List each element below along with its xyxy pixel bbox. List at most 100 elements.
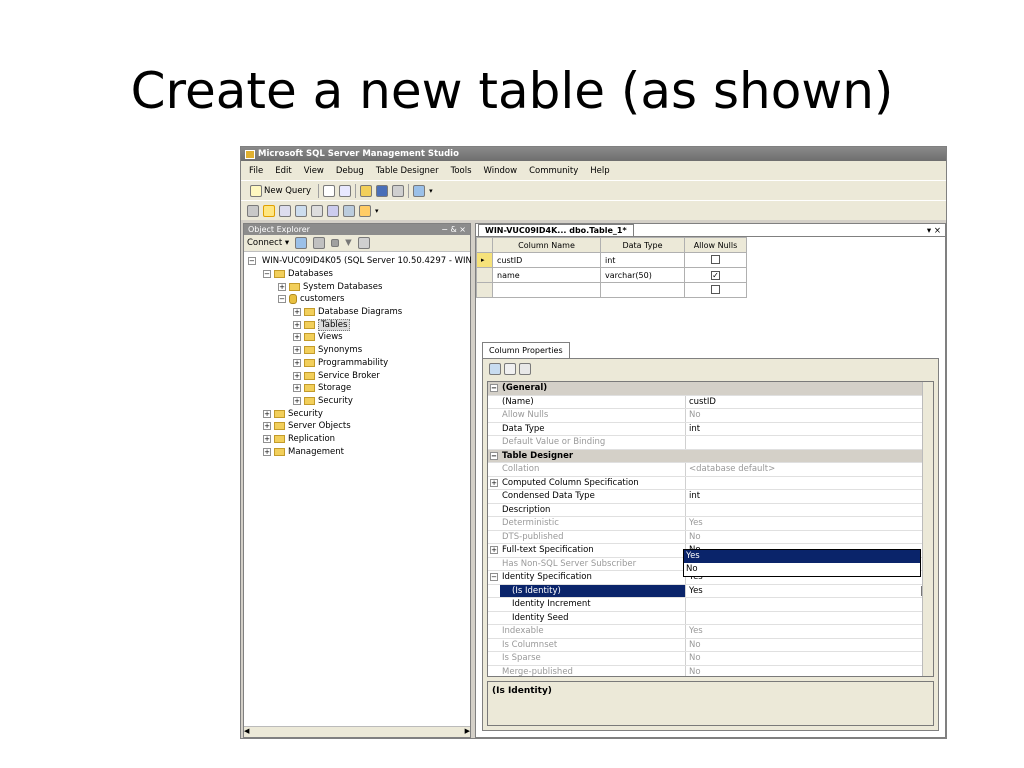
- column-name-cell[interactable]: name: [492, 267, 601, 283]
- property-value-cell[interactable]: <database default>: [686, 463, 933, 476]
- property-value-cell[interactable]: Yes: [686, 625, 933, 638]
- disconnect-icon[interactable]: [313, 237, 326, 249]
- open-folder-icon[interactable]: [360, 184, 373, 197]
- data-type-cell[interactable]: varchar(50): [600, 267, 685, 283]
- data-type-cell[interactable]: [600, 282, 685, 298]
- xml-indexes-icon[interactable]: [327, 204, 339, 217]
- property-row[interactable]: Is Columnset No: [488, 638, 933, 652]
- property-value[interactable]: Yes: [689, 517, 703, 530]
- dropdown-option[interactable]: No: [684, 563, 920, 576]
- property-category[interactable]: − Table Designer: [488, 449, 933, 463]
- expand-icon[interactable]: +: [490, 478, 498, 487]
- column-name-cell[interactable]: [492, 282, 601, 298]
- property-value-cell[interactable]: int: [686, 423, 933, 436]
- tree-node[interactable]: + Security: [244, 395, 470, 408]
- tree-node[interactable]: − customers: [244, 293, 470, 306]
- property-row[interactable]: (Is Identity)Yes▼: [488, 584, 933, 598]
- menu-item-window[interactable]: Window: [484, 166, 518, 176]
- table-row[interactable]: ▸ custID int: [476, 252, 747, 268]
- property-value[interactable]: custID: [689, 396, 716, 409]
- property-value-cell[interactable]: [686, 612, 933, 625]
- property-category[interactable]: − (General): [488, 382, 933, 396]
- data-type-header[interactable]: Data Type: [600, 237, 685, 253]
- menu-item-community[interactable]: Community: [529, 166, 578, 176]
- property-row[interactable]: Is Sparse No: [488, 652, 933, 666]
- tree-node[interactable]: + Management: [244, 445, 470, 458]
- tab-controls[interactable]: ▾ ×: [927, 226, 941, 236]
- new-query-button[interactable]: New Query: [247, 184, 314, 198]
- property-value[interactable]: <database default>: [689, 463, 775, 476]
- primary-key-icon[interactable]: ▸: [476, 252, 493, 268]
- tree-node[interactable]: + Database Diagrams: [244, 306, 470, 319]
- fulltext-icon[interactable]: [311, 204, 323, 217]
- spatial-indexes-icon[interactable]: [359, 204, 371, 217]
- expand-icon[interactable]: +: [293, 396, 301, 405]
- property-value[interactable]: int: [689, 423, 700, 436]
- expand-icon[interactable]: +: [293, 384, 301, 393]
- relationships-icon[interactable]: [279, 204, 291, 217]
- property-value-cell[interactable]: No: [686, 409, 933, 422]
- expand-icon[interactable]: +: [490, 546, 498, 555]
- tree-node[interactable]: − WIN-VUC09ID4K05 (SQL Server 10.50.4297 …: [244, 255, 472, 268]
- tree-node[interactable]: + Synonyms: [244, 344, 470, 357]
- expand-icon[interactable]: +: [293, 320, 301, 329]
- property-row[interactable]: Data Type int: [488, 422, 933, 436]
- horizontal-scrollbar[interactable]: ◀ ▶: [244, 726, 470, 737]
- collapse-icon[interactable]: −: [490, 573, 498, 582]
- property-row[interactable]: (Name) custID: [488, 395, 933, 409]
- property-value-cell[interactable]: Yes▼: [686, 585, 933, 598]
- expand-icon[interactable]: +: [293, 358, 301, 367]
- allow-nulls-header[interactable]: Allow Nulls: [684, 237, 747, 253]
- print-icon[interactable]: [392, 184, 405, 197]
- menu-item-table-designer[interactable]: Table Designer: [376, 166, 439, 176]
- property-value-cell[interactable]: [686, 436, 933, 449]
- scroll-right-icon[interactable]: ▶: [465, 727, 470, 737]
- property-value-cell[interactable]: Yes: [686, 517, 933, 530]
- allow-nulls-checkbox[interactable]: ✓: [711, 270, 720, 280]
- expand-icon[interactable]: +: [263, 422, 271, 431]
- property-value[interactable]: No: [689, 409, 701, 422]
- property-value-cell[interactable]: No: [686, 652, 933, 665]
- tree-node[interactable]: + Tables: [244, 318, 470, 331]
- pane-controls[interactable]: − & ×: [441, 224, 466, 235]
- tree-node[interactable]: + Server Objects: [244, 420, 470, 433]
- collapse-icon[interactable]: −: [490, 451, 498, 460]
- dropdown-option[interactable]: Yes: [684, 550, 920, 563]
- menu-item-tools[interactable]: Tools: [451, 166, 472, 176]
- table-row[interactable]: name varchar(50) ✓: [476, 267, 747, 283]
- alphabetical-icon[interactable]: [504, 363, 516, 375]
- property-row[interactable]: Identity Seed: [488, 611, 933, 625]
- data-type-cell[interactable]: int: [600, 252, 685, 268]
- property-row[interactable]: Condensed Data Type int: [488, 490, 933, 504]
- expand-icon[interactable]: +: [293, 346, 301, 355]
- allow-nulls-checkbox[interactable]: [711, 254, 720, 264]
- new-file-icon[interactable]: [323, 184, 336, 197]
- tree-node[interactable]: + Programmability: [244, 357, 470, 370]
- row-selector[interactable]: [476, 267, 493, 283]
- property-row[interactable]: + Computed Column Specification: [488, 476, 933, 490]
- check-constraints-icon[interactable]: [343, 204, 355, 217]
- expand-icon[interactable]: +: [293, 333, 301, 342]
- collapse-icon[interactable]: −: [263, 270, 271, 279]
- property-value-cell[interactable]: [686, 598, 933, 611]
- filter-icon[interactable]: ▼: [345, 238, 352, 248]
- property-value-cell[interactable]: No: [686, 531, 933, 544]
- stop-icon[interactable]: [331, 239, 340, 247]
- generate-script-icon[interactable]: [247, 204, 259, 217]
- collapse-icon[interactable]: −: [490, 384, 498, 393]
- expand-icon[interactable]: +: [263, 447, 271, 456]
- tree-node[interactable]: + Security: [244, 407, 470, 420]
- property-value[interactable]: Yes: [689, 625, 703, 638]
- tree-node[interactable]: + Service Broker: [244, 369, 470, 382]
- property-value[interactable]: int: [689, 490, 700, 503]
- property-row[interactable]: Allow Nulls No: [488, 409, 933, 423]
- activity-monitor-icon[interactable]: [413, 184, 426, 197]
- property-value-cell[interactable]: No: [686, 639, 933, 652]
- property-value[interactable]: No: [689, 652, 701, 665]
- tree-node[interactable]: + Storage: [244, 382, 470, 395]
- expand-icon[interactable]: +: [278, 282, 286, 291]
- tree-node[interactable]: + System Databases: [244, 280, 470, 293]
- vertical-scrollbar[interactable]: [922, 382, 933, 676]
- scroll-left-icon[interactable]: ◀: [244, 727, 249, 737]
- property-row[interactable]: DTS-published No: [488, 530, 933, 544]
